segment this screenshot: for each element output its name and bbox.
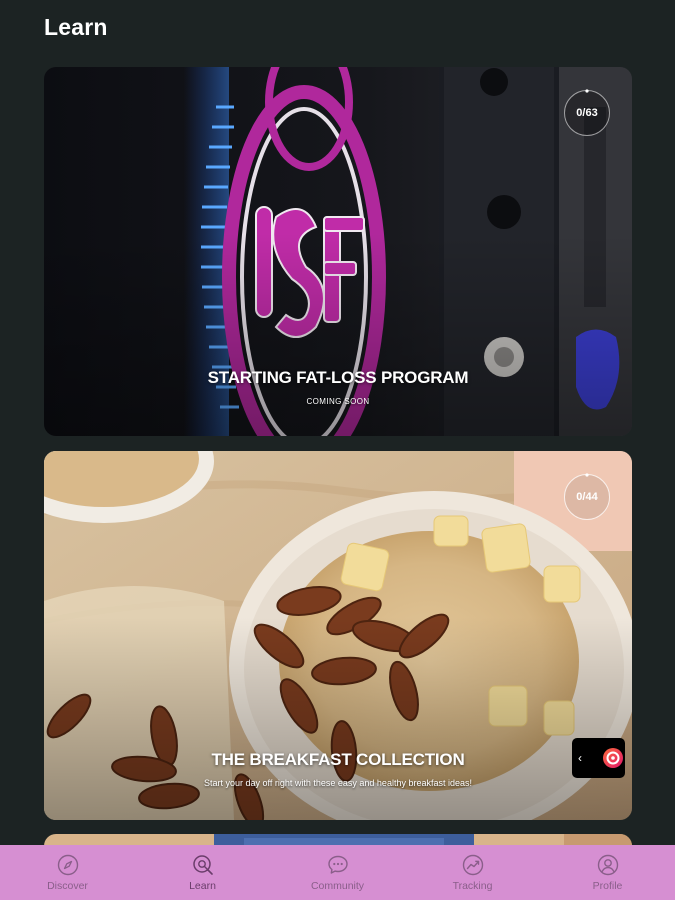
nav-tracking[interactable]: Tracking xyxy=(405,845,540,900)
progress-ring: 0/63 xyxy=(563,89,611,137)
card-title: THE BREAKFAST COLLECTION xyxy=(211,750,465,769)
program-card-fat-loss[interactable]: 0/63 STARTING FAT-LOSS PROGRAM COMING SO… xyxy=(44,67,632,436)
compass-icon xyxy=(57,854,78,876)
nav-profile[interactable]: Profile xyxy=(540,845,675,900)
program-card-breakfast[interactable]: 0/44 THE BREAKFAST COLLECTION Start your… xyxy=(44,451,632,820)
card-subtitle: COMING SOON xyxy=(306,397,370,406)
card-subtitle: Start your day off right with these easy… xyxy=(204,778,472,788)
bottom-nav: Discover Learn Community Tracking Profil… xyxy=(0,845,675,900)
chart-icon xyxy=(462,854,483,876)
progress-ring: 0/44 xyxy=(563,473,611,521)
nav-learn[interactable]: Learn xyxy=(135,845,270,900)
nav-discover[interactable]: Discover xyxy=(0,845,135,900)
app-logo-icon[interactable] xyxy=(602,747,624,769)
nav-label: Discover xyxy=(47,880,88,892)
nav-label: Learn xyxy=(189,880,216,892)
progress-count: 0/44 xyxy=(576,491,598,503)
app-screen: Learn 0/63 STARTING FAT-LOSS PROGRAM COM… xyxy=(0,0,675,900)
floating-widget[interactable]: ‹ xyxy=(572,738,625,778)
nav-label: Tracking xyxy=(452,880,493,892)
nav-community[interactable]: Community xyxy=(270,845,405,900)
chat-bubble-icon xyxy=(327,855,348,874)
chevron-left-icon[interactable]: ‹ xyxy=(578,751,590,765)
page-title: Learn xyxy=(44,14,108,40)
progress-count: 0/63 xyxy=(576,107,598,119)
search-book-icon xyxy=(192,855,213,875)
user-icon xyxy=(597,854,618,876)
nav-label: Profile xyxy=(592,880,623,892)
card-title: STARTING FAT-LOSS PROGRAM xyxy=(207,368,469,387)
nav-label: Community xyxy=(310,880,365,892)
